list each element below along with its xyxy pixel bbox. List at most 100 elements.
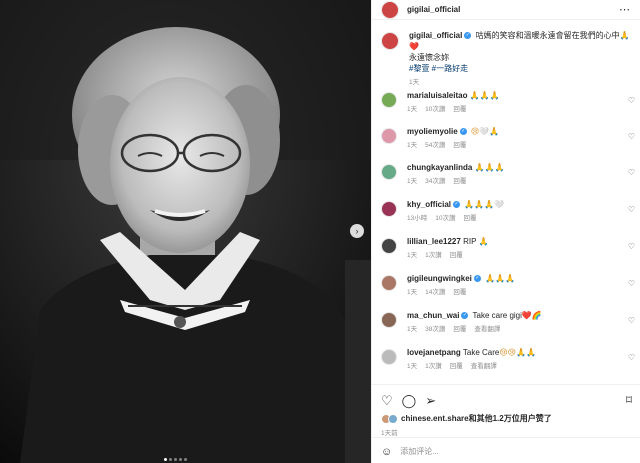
avatar[interactable] [381, 128, 397, 144]
heart-icon[interactable]: ♡ [628, 279, 635, 288]
comment-username[interactable]: gigileungwingkei [407, 274, 472, 283]
add-comment-input[interactable]: 添加评论... [400, 446, 439, 457]
comment-likes[interactable]: 38次讚 [425, 326, 445, 333]
verified-icon: ✓ [459, 128, 467, 136]
comment-body: chungkayanlinda 🙏🙏🙏 1天 34次讚 回覆 [407, 162, 635, 187]
carousel-dot [184, 458, 187, 461]
comment-icon[interactable]: ◯ [402, 393, 417, 409]
comment-body: khy_official ✓ 🙏🙏🙏🤍 13小時 10次讚 回覆 [407, 199, 635, 224]
see-translation-link[interactable]: 查看翻譯 [474, 326, 500, 333]
comment-time: 1天 [407, 252, 418, 259]
heart-icon[interactable]: ♡ [628, 316, 635, 325]
comment-row: marialuisaleitao 🙏🙏🙏 1天 10次讚 回覆 ♡ [381, 90, 635, 115]
reply-button[interactable]: 回覆 [453, 178, 466, 185]
reply-button[interactable]: 回覆 [453, 106, 466, 113]
comment-text: Take care gigi [472, 311, 522, 320]
reply-button[interactable]: 回覆 [453, 289, 466, 296]
avatar[interactable] [381, 0, 399, 19]
bookmark-icon[interactable]: ⌑ [626, 393, 632, 407]
post-side-panel: gigilai_official ⋯ gigilai_official ✓ 咕媽的… [371, 0, 640, 463]
comment-username[interactable]: khy_official [407, 200, 451, 209]
comment-body: gigileungwingkei ✓ 🙏🙏🙏 1天 14次讚 回覆 [407, 273, 635, 298]
like-icon[interactable]: ♡ [381, 393, 393, 409]
heart-icon[interactable]: ♡ [628, 168, 635, 177]
avatar[interactable] [381, 312, 397, 328]
avatar[interactable] [381, 201, 397, 217]
more-options-icon[interactable]: ⋯ [619, 3, 631, 16]
post-photo: › [0, 0, 371, 463]
avatar[interactable] [381, 32, 399, 50]
comment-emoji: ❤️🌈 [521, 311, 542, 320]
comment-body: lovejanetpang Take Care😢😢🙏🙏 1天 1次讚 回覆 查看翻譯 [407, 347, 635, 372]
verified-icon: ✓ [453, 201, 461, 209]
carousel-dot [179, 458, 182, 461]
header-username[interactable]: gigilai_official [407, 5, 460, 14]
heart-icon[interactable]: ♡ [628, 96, 635, 105]
verified-icon: ✓ [473, 275, 481, 283]
comment-text: Take Care [462, 348, 500, 357]
comment-likes[interactable]: 10次讚 [425, 106, 445, 113]
comment-row: khy_official ✓ 🙏🙏🙏🤍 13小時 10次讚 回覆 ♡ [381, 199, 635, 224]
next-photo-button[interactable]: › [350, 224, 364, 238]
comment-username[interactable]: lillian_lee1227 [407, 237, 461, 246]
comment-meta: 13小時 10次讚 回覆 [407, 213, 635, 224]
heart-icon[interactable]: ♡ [628, 132, 635, 141]
reply-button[interactable]: 回覆 [453, 142, 466, 149]
comment-emoji: 😢🤍🙏 [470, 127, 500, 136]
comment-likes[interactable]: 54次讚 [425, 142, 445, 149]
avatar[interactable] [381, 164, 397, 180]
reply-button[interactable]: 回覆 [450, 363, 463, 370]
share-icon[interactable]: ➢ [425, 393, 436, 409]
action-icons: ♡ ◯ ➢ [381, 393, 436, 409]
comment-likes[interactable]: 1次讚 [425, 363, 442, 370]
comment-time: 1天 [407, 363, 418, 370]
see-translation-link[interactable]: 查看翻譯 [471, 363, 497, 370]
comment-username[interactable]: ma_chun_wai [407, 311, 459, 320]
comment-username[interactable]: myoliemyolie [407, 127, 458, 136]
heart-icon[interactable]: ♡ [628, 242, 635, 251]
comment-likes[interactable]: 1次讚 [425, 252, 442, 259]
comment-emoji: 🙏🙏🙏 [474, 163, 505, 172]
comment-emoji: 🙏 [478, 237, 489, 246]
caption-meta: 1天 [409, 77, 635, 88]
avatar[interactable] [381, 92, 397, 108]
caption-text: 咕媽的笑容和溫暖永遠會留在我們的心中 [475, 31, 620, 40]
comment-row: chungkayanlinda 🙏🙏🙏 1天 34次讚 回覆 ♡ [381, 162, 635, 187]
comment-meta: 1天 54次讚 回覆 [407, 140, 635, 151]
comment-body: myoliemyolie ✓ 😢🤍🙏 1天 54次讚 回覆 [407, 126, 635, 151]
heart-icon[interactable]: ♡ [628, 205, 635, 214]
reply-button[interactable]: 回覆 [450, 252, 463, 259]
reply-button[interactable]: 回覆 [453, 326, 466, 333]
heart-icon[interactable]: ♡ [628, 353, 635, 362]
elderly-woman-photo [0, 0, 371, 463]
comment-meta: 1天 1次讚 回覆 [407, 250, 635, 261]
avatar[interactable] [381, 349, 397, 365]
carousel-dot [164, 458, 167, 461]
likes-summary[interactable]: chinese.ent.share和其他1.2万位用户赞了 [381, 413, 552, 424]
avatar[interactable] [381, 275, 397, 291]
reply-button[interactable]: 回覆 [463, 215, 476, 222]
comment-text: RIP [463, 237, 477, 246]
emoji-icon[interactable]: ☺ [381, 446, 392, 458]
avatar[interactable] [381, 238, 397, 254]
comment-time: 1天 [407, 106, 418, 113]
caption-tags[interactable]: #黎萱 #一路好走 [409, 64, 468, 73]
comment-time: 1天 [407, 178, 418, 185]
liked-by-text[interactable]: chinese.ent.share和其他1.2万位用户赞了 [401, 413, 552, 424]
comment-meta: 1天 14次讚 回覆 [407, 287, 635, 298]
comment-likes[interactable]: 14次讚 [425, 289, 445, 296]
comment-body: marialuisaleitao 🙏🙏🙏 1天 10次讚 回覆 [407, 90, 635, 115]
comment-likes[interactable]: 10次讚 [435, 215, 455, 222]
comment-username[interactable]: chungkayanlinda [407, 163, 472, 172]
comment-emoji: 🙏🙏🙏🤍 [464, 200, 505, 209]
caption-username[interactable]: gigilai_official [409, 31, 462, 40]
post-actions: ♡ ◯ ➢ ⌑ chinese.ent.share和其他1.2万位用户赞了 1天… [372, 384, 640, 463]
comment-time: 1天 [407, 326, 418, 333]
comment-username[interactable]: lovejanetpang [407, 348, 461, 357]
comment-meta: 1天 34次讚 回覆 [407, 176, 635, 187]
comment-username[interactable]: marialuisaleitao [407, 91, 467, 100]
comment-likes[interactable]: 34次讚 [425, 178, 445, 185]
verified-icon: ✓ [464, 32, 472, 40]
comment-meta: 1天 10次讚 回覆 [407, 104, 635, 115]
comment-body: lillian_lee1227 RIP 🙏 1天 1次讚 回覆 [407, 236, 635, 261]
